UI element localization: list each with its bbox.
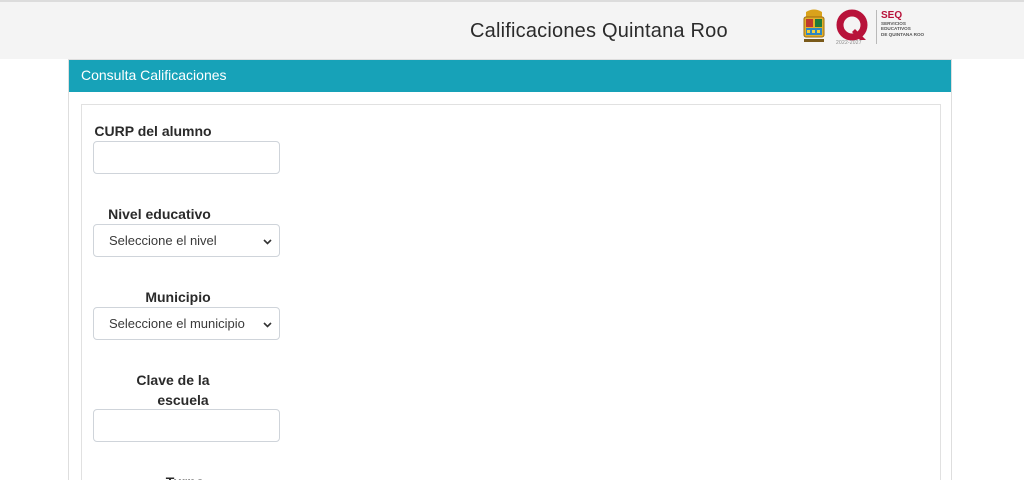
panel-title: Consulta Calificaciones [81, 67, 227, 83]
clave-label-line1: Clave de la [136, 372, 210, 388]
site-header: Calificaciones Quintana Roo 2022-2027 SE… [0, 2, 1024, 59]
municipio-selected-value: Seleccione el municipio [109, 316, 245, 331]
chevron-down-icon [263, 239, 272, 245]
municipio-label: Municipio [145, 289, 211, 305]
logo-year: 2022-2027 [836, 40, 862, 46]
seq-title: SEQ [881, 10, 903, 21]
seq-logo: SEQ SERVICIOS EDUCATIVOS DE QUINTANA ROO [876, 10, 936, 44]
nivel-label: Nivel educativo [108, 206, 211, 222]
state-emblem-icon [803, 9, 825, 42]
turno-label: Turno [155, 472, 215, 480]
panel-heading: Consulta Calificaciones [69, 60, 951, 92]
clave-label-line2: escuela [157, 392, 209, 408]
curp-label: CURP del alumno [94, 123, 212, 139]
nivel-select[interactable]: Seleccione el nivel [93, 224, 280, 257]
nivel-selected-value: Seleccione el nivel [109, 233, 217, 248]
curp-input[interactable] [93, 141, 280, 174]
seq-subtitle-line: DE QUINTANA ROO [881, 31, 925, 37]
site-title: Calificaciones Quintana Roo [470, 20, 728, 42]
clave-escuela-input[interactable] [93, 409, 280, 442]
chevron-down-icon [263, 322, 272, 328]
municipio-select[interactable]: Seleccione el municipio [93, 307, 280, 340]
